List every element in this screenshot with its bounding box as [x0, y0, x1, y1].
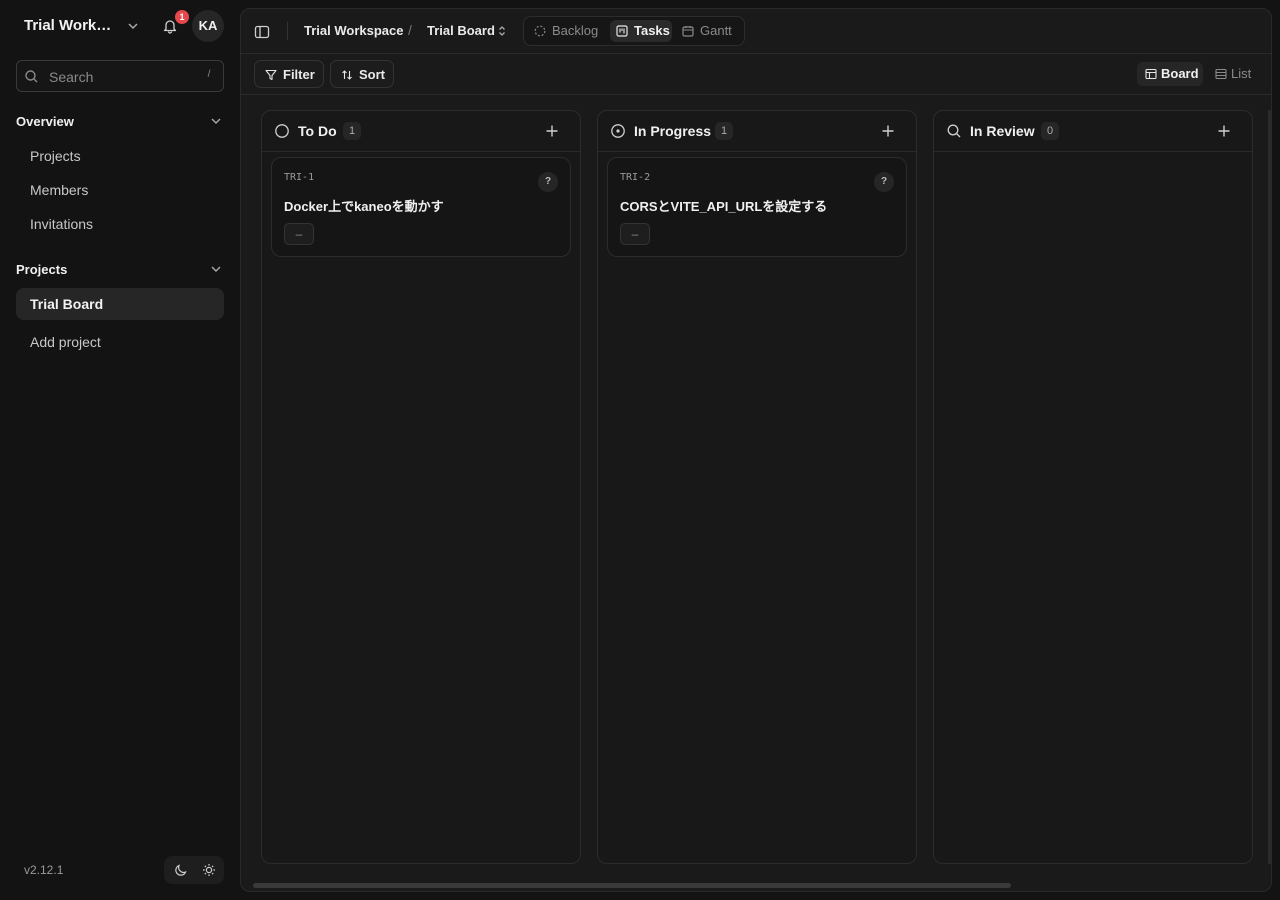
avatar[interactable]: KA: [192, 10, 224, 42]
tab-gantt-label: Gantt: [700, 23, 732, 38]
search-input[interactable]: Search /: [16, 60, 224, 92]
task-card[interactable]: TRI-1 ? Docker上でkaneoを動かす –: [271, 157, 571, 257]
tab-tasks-label: Tasks: [634, 23, 670, 38]
column-header: To Do 1: [262, 111, 580, 152]
tab-backlog[interactable]: Backlog: [528, 20, 606, 42]
task-title: Docker上でkaneoを動かす: [284, 199, 444, 214]
plus-icon[interactable]: [544, 123, 560, 139]
column-count: 1: [343, 122, 361, 140]
search-icon: [25, 70, 38, 83]
search-placeholder: Search: [49, 69, 94, 85]
filter-button[interactable]: Filter: [254, 60, 324, 88]
filter-icon: [265, 69, 277, 81]
in-progress-icon: [611, 124, 625, 138]
workspace-header: Trial Workspace 1 KA: [24, 10, 232, 42]
filter-button-label: Filter: [283, 67, 315, 82]
app-version: v2.12.1: [24, 863, 64, 877]
sort-button[interactable]: Sort: [330, 60, 394, 88]
help-icon[interactable]: ?: [874, 172, 894, 192]
sidebar: Trial Workspace 1 KA Search / Overview P…: [0, 0, 240, 900]
sidebar-item-members[interactable]: Members: [16, 174, 224, 206]
circle-icon: [275, 124, 289, 138]
chevron-down-icon: [211, 266, 221, 272]
list-view-button[interactable]: List: [1207, 62, 1261, 86]
sort-button-label: Sort: [359, 67, 385, 82]
column-in-progress: In Progress 1 TRI-2 ? CORSとVITE_API_URLを…: [597, 110, 917, 864]
column-title: In Review: [970, 123, 1035, 139]
section-overview-label: Overview: [16, 114, 74, 129]
toolbar: Filter Sort Board List: [241, 54, 1271, 95]
chevron-down-icon[interactable]: [126, 19, 140, 33]
task-card[interactable]: TRI-2 ? CORSとVITE_API_URLを設定する –: [607, 157, 907, 257]
scrollbar-thumb[interactable]: [253, 883, 1011, 888]
sidebar-item-projects[interactable]: Projects: [16, 140, 224, 172]
dashed-circle-icon: [534, 25, 546, 37]
magnifier-icon: [947, 124, 961, 138]
tab-gantt[interactable]: Gantt: [676, 20, 740, 42]
chevron-down-icon: [211, 118, 221, 124]
list-icon: [1215, 68, 1227, 80]
column-in-review: In Review 0: [933, 110, 1253, 864]
theme-toggle: [164, 856, 224, 884]
section-projects[interactable]: Projects: [16, 260, 224, 280]
column-count: 0: [1041, 122, 1059, 140]
horizontal-scrollbar[interactable]: [247, 883, 1267, 889]
column-title: To Do: [298, 123, 337, 139]
sidebar-toggle-icon[interactable]: [254, 24, 270, 40]
divider: [287, 22, 288, 40]
section-overview[interactable]: Overview: [16, 112, 224, 132]
moon-icon[interactable]: [174, 863, 188, 877]
column-count: 1: [715, 122, 733, 140]
board-view-button[interactable]: Board: [1137, 62, 1203, 86]
column-todo: To Do 1 TRI-1 ? Docker上でkaneoを動かす –: [261, 110, 581, 864]
plus-icon[interactable]: [1216, 123, 1232, 139]
breadcrumb-separator: /: [408, 22, 412, 38]
section-projects-label: Projects: [16, 262, 68, 277]
calendar-icon: [682, 26, 694, 37]
tab-tasks[interactable]: Tasks: [610, 20, 672, 42]
task-id: TRI-2: [620, 172, 651, 183]
view-tabs: Backlog Tasks Gantt: [523, 16, 745, 46]
top-bar: Trial Workspace / Trial Board Backlog Ta…: [241, 9, 1271, 54]
column-header: In Review 0: [934, 111, 1252, 152]
tab-backlog-label: Backlog: [552, 23, 599, 38]
notification-badge: 1: [175, 10, 189, 24]
sun-icon[interactable]: [202, 863, 216, 877]
column-title: In Progress: [634, 123, 712, 139]
sidebar-item-trial-board[interactable]: Trial Board: [16, 288, 224, 320]
chevron-up-down-icon[interactable]: [496, 25, 508, 37]
workspace-switcher[interactable]: Trial Workspace: [24, 17, 114, 34]
priority-button[interactable]: –: [620, 223, 650, 245]
plus-icon[interactable]: [880, 123, 896, 139]
column-header: In Progress 1: [598, 111, 916, 152]
task-id: TRI-1: [284, 172, 315, 183]
main-panel: Trial Workspace / Trial Board Backlog Ta…: [240, 8, 1272, 892]
sidebar-item-invitations[interactable]: Invitations: [16, 208, 224, 240]
priority-button[interactable]: –: [284, 223, 314, 245]
search-shortcut: /: [207, 69, 211, 80]
kanban-icon: [616, 25, 628, 37]
list-view-label: List: [1231, 66, 1252, 81]
task-title: CORSとVITE_API_URLを設定する: [620, 199, 828, 214]
next-column-edge: [1268, 110, 1271, 864]
breadcrumb-project[interactable]: Trial Board: [427, 23, 495, 38]
board-view-label: Board: [1161, 66, 1199, 81]
breadcrumb-workspace[interactable]: Trial Workspace: [304, 23, 403, 38]
sidebar-item-add-project[interactable]: Add project: [16, 326, 224, 358]
help-icon[interactable]: ?: [538, 172, 558, 192]
board-icon: [1145, 68, 1157, 80]
sort-icon: [342, 70, 352, 80]
